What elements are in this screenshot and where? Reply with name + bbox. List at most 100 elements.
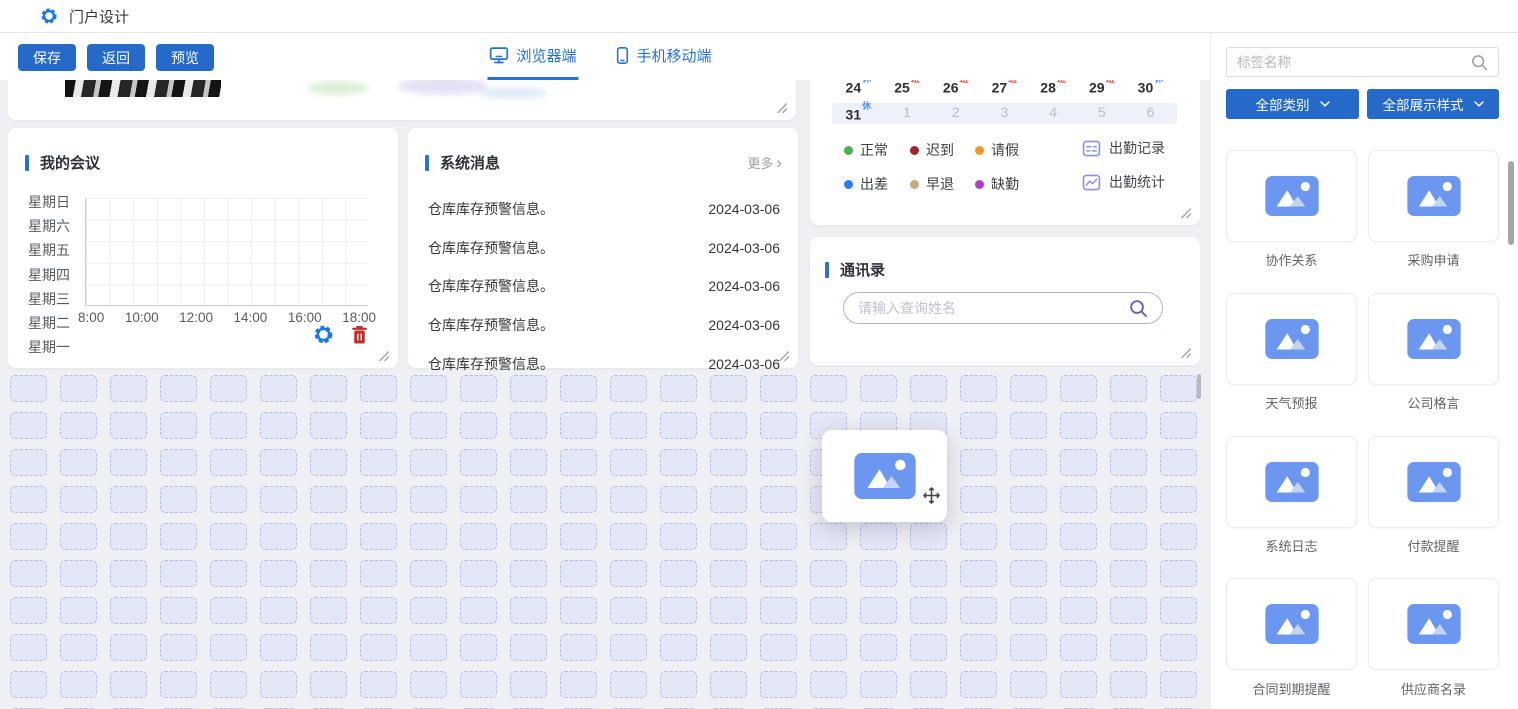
calendar-day[interactable]: 28班 xyxy=(1029,80,1078,96)
library-widget-card[interactable] xyxy=(1226,293,1357,385)
calendar-day[interactable]: 2 xyxy=(931,104,980,123)
search-icon[interactable] xyxy=(1471,54,1488,71)
grid-drop-cell xyxy=(260,486,297,513)
grid-drop-cell xyxy=(110,597,147,624)
grid-drop-cell xyxy=(1160,560,1197,587)
library-widget-card[interactable] xyxy=(1226,150,1357,242)
message-row[interactable]: 仓库库存预警信息。 2024-03-06 xyxy=(428,190,780,229)
widget-delete-trash-icon[interactable] xyxy=(351,325,368,345)
back-button[interactable]: 返回 xyxy=(87,44,145,71)
dragged-widget-card[interactable] xyxy=(822,430,947,522)
grid-drop-cell xyxy=(310,412,347,439)
preview-button[interactable]: 预览 xyxy=(156,44,214,71)
grid-drop-cell xyxy=(360,375,397,402)
library-widget-card[interactable] xyxy=(1226,436,1357,528)
grid-drop-cell xyxy=(410,412,447,439)
attendance-record-link[interactable]: 出勤记录 xyxy=(1082,138,1165,158)
calendar-day[interactable]: 31休 xyxy=(834,104,883,123)
widget-my-meetings[interactable]: 我的会议 星期日 星期六 星期五 星期四 星期三 星期二 星期一 8:00 10… xyxy=(8,128,398,368)
day-tag: 班 xyxy=(1057,80,1066,84)
grid-drop-cell xyxy=(510,671,547,698)
widget-photo-cutoff[interactable] xyxy=(8,80,796,120)
search-icon[interactable] xyxy=(1129,299,1148,318)
calendar-day[interactable]: 24休 xyxy=(834,80,883,96)
library-widget-card[interactable] xyxy=(1368,150,1499,242)
grid-drop-cell xyxy=(1060,560,1097,587)
style-filter-dropdown[interactable]: 全部展示样式 xyxy=(1367,89,1499,119)
library-widget-card[interactable] xyxy=(1368,578,1499,670)
design-canvas[interactable]: 我的会议 星期日 星期六 星期五 星期四 星期三 星期二 星期一 8:00 10… xyxy=(0,80,1210,709)
dot-grid[interactable] xyxy=(10,375,1210,709)
widget-attendance-calendar[interactable]: 24休 25班 26班 27班 28班 29班 30休 31休 1 2 3 4 … xyxy=(810,80,1200,225)
legend-item: 缺勤 xyxy=(975,174,1019,194)
message-row[interactable]: 仓库库存预警信息。 2024-03-06 xyxy=(428,306,780,345)
legend-label: 迟到 xyxy=(926,140,954,160)
save-button[interactable]: 保存 xyxy=(18,44,76,71)
message-row[interactable]: 仓库库存预警信息。 2024-03-06 xyxy=(428,267,780,306)
grid-drop-cell xyxy=(960,412,997,439)
page-title: 门户设计 xyxy=(69,6,129,27)
grid-drop-cell xyxy=(260,412,297,439)
grid-drop-cell xyxy=(210,412,247,439)
grid-drop-cell xyxy=(10,634,47,661)
grid-drop-cell xyxy=(110,412,147,439)
monitor-icon xyxy=(489,47,508,64)
grid-drop-cell xyxy=(310,634,347,661)
day-number: 4 xyxy=(1049,104,1057,120)
calendar-day[interactable]: 26班 xyxy=(931,80,980,96)
grid-drop-cell xyxy=(1160,634,1197,661)
attendance-stats-link[interactable]: 出勤统计 xyxy=(1082,172,1165,192)
resize-handle-icon[interactable] xyxy=(777,349,789,361)
more-link[interactable]: 更多 › xyxy=(747,153,782,172)
message-row[interactable]: 仓库库存预警信息。 2024-03-06 xyxy=(428,344,780,383)
grid-drop-cell xyxy=(160,412,197,439)
message-row[interactable]: 仓库库存预警信息。 2024-03-06 xyxy=(428,229,780,268)
calendar-day[interactable]: 6 xyxy=(1126,104,1175,123)
calendar-day[interactable]: 5 xyxy=(1077,104,1126,123)
contact-search-input[interactable] xyxy=(858,300,1129,316)
widget-contacts[interactable]: 通讯录 xyxy=(810,237,1200,365)
day-number: 30 xyxy=(1138,80,1154,96)
resize-handle-icon[interactable] xyxy=(1179,346,1191,358)
calendar-day[interactable]: 3 xyxy=(980,104,1029,123)
category-filter-dropdown[interactable]: 全部类别 xyxy=(1226,89,1359,119)
widget-title-row: 系统消息 xyxy=(425,152,500,173)
grid-drop-cell xyxy=(510,449,547,476)
calendar-day[interactable]: 1 xyxy=(883,104,932,123)
calendar-day[interactable]: 30休 xyxy=(1126,80,1175,96)
calendar-day[interactable]: 25班 xyxy=(883,80,932,96)
title-accent-bar xyxy=(25,155,29,171)
grid-drop-cell xyxy=(1160,412,1197,439)
library-widget-card[interactable] xyxy=(1368,436,1499,528)
filter-label: 全部展示样式 xyxy=(1383,94,1464,114)
calendar-day[interactable]: 4 xyxy=(1029,104,1078,123)
grid-drop-cell xyxy=(960,671,997,698)
tab-browser[interactable]: 浏览器端 xyxy=(487,33,578,80)
title-accent-bar xyxy=(425,155,429,171)
widget-title-row: 我的会议 xyxy=(25,152,100,173)
library-widget-card[interactable] xyxy=(1368,293,1499,385)
grid-drop-cell xyxy=(960,486,997,513)
grid-drop-cell xyxy=(460,597,497,624)
sidebar-scrollbar-thumb[interactable] xyxy=(1508,161,1514,245)
widget-system-messages[interactable]: 系统消息 更多 › 仓库库存预警信息。 2024-03-06 仓库库存预警信息。… xyxy=(408,128,798,368)
grid-drop-cell xyxy=(1110,671,1147,698)
y-tick: 星期六 xyxy=(22,216,70,240)
widget-settings-gear-icon[interactable] xyxy=(313,324,334,345)
tab-mobile[interactable]: 手机移动端 xyxy=(614,33,713,80)
calendar-week-row: 31休 1 2 3 4 5 6 xyxy=(834,104,1175,123)
resize-handle-icon[interactable] xyxy=(377,349,389,361)
grid-drop-cell xyxy=(360,634,397,661)
grid-drop-cell xyxy=(360,523,397,550)
grid-drop-cell xyxy=(410,634,447,661)
calendar-day[interactable]: 29班 xyxy=(1077,80,1126,96)
grid-drop-cell xyxy=(360,597,397,624)
tag-search-input[interactable] xyxy=(1237,55,1465,70)
grid-drop-cell xyxy=(860,671,897,698)
canvas-scrollbar-thumb[interactable] xyxy=(1197,374,1201,399)
resize-handle-icon[interactable] xyxy=(1179,206,1191,218)
calendar-day[interactable]: 27班 xyxy=(980,80,1029,96)
grid-drop-cell xyxy=(210,449,247,476)
resize-handle-icon[interactable] xyxy=(775,101,787,113)
library-widget-card[interactable] xyxy=(1226,578,1357,670)
